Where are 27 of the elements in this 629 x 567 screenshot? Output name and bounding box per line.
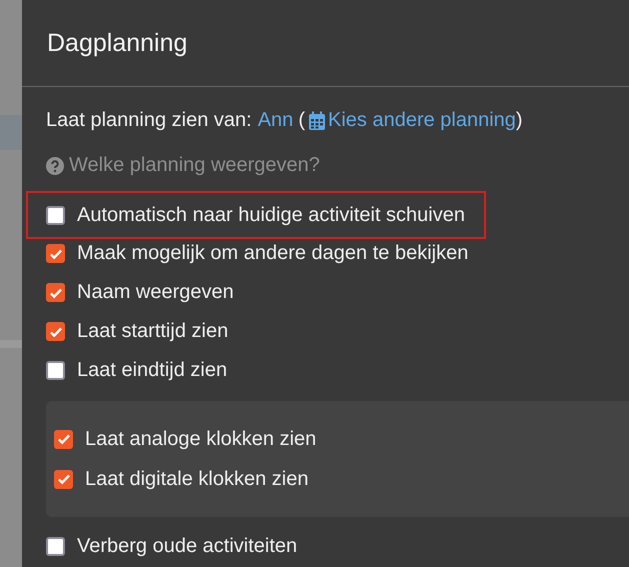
- help-icon[interactable]: [46, 156, 64, 174]
- checkbox-label[interactable]: Maak mogelijk om andere dagen te bekijken: [77, 242, 468, 265]
- checkbox-label[interactable]: Laat analoge klokken zien: [85, 428, 316, 450]
- checkbox-label[interactable]: Naam weergeven: [77, 281, 234, 304]
- checkmark-icon: [56, 432, 70, 446]
- checkbox[interactable]: [46, 322, 65, 341]
- dialog-title: Dagplanning: [47, 28, 188, 58]
- planning-link[interactable]: Kies andere planning: [328, 109, 516, 132]
- checkbox-label[interactable]: Laat starttijd zien: [77, 320, 228, 343]
- checkbox-label[interactable]: Automatisch naar huidige activiteit schuiven: [77, 204, 465, 226]
- checkmark-icon: [56, 472, 70, 486]
- label-text: Laat planning zien van:: [46, 109, 252, 132]
- user-link[interactable]: Ann: [258, 109, 294, 132]
- checkbox-label[interactable]: Laat eindtijd zien: [77, 359, 228, 382]
- paren-text: ): [516, 109, 523, 132]
- paren-text: (: [298, 109, 305, 132]
- checkbox-label[interactable]: Laat digitale klokken zien: [85, 468, 308, 490]
- checkbox[interactable]: [54, 470, 73, 488]
- checkbox[interactable]: [46, 244, 65, 263]
- help-text[interactable]: Welke planning weergeven?: [69, 154, 320, 177]
- checkbox[interactable]: [46, 206, 65, 224]
- checkbox[interactable]: [54, 430, 73, 448]
- checkbox[interactable]: [46, 283, 65, 302]
- calendar-icon[interactable]: [308, 110, 326, 130]
- checkbox[interactable]: [46, 361, 65, 380]
- checkbox-label[interactable]: Verberg oude activiteiten: [77, 535, 298, 558]
- checkbox[interactable]: [46, 537, 65, 556]
